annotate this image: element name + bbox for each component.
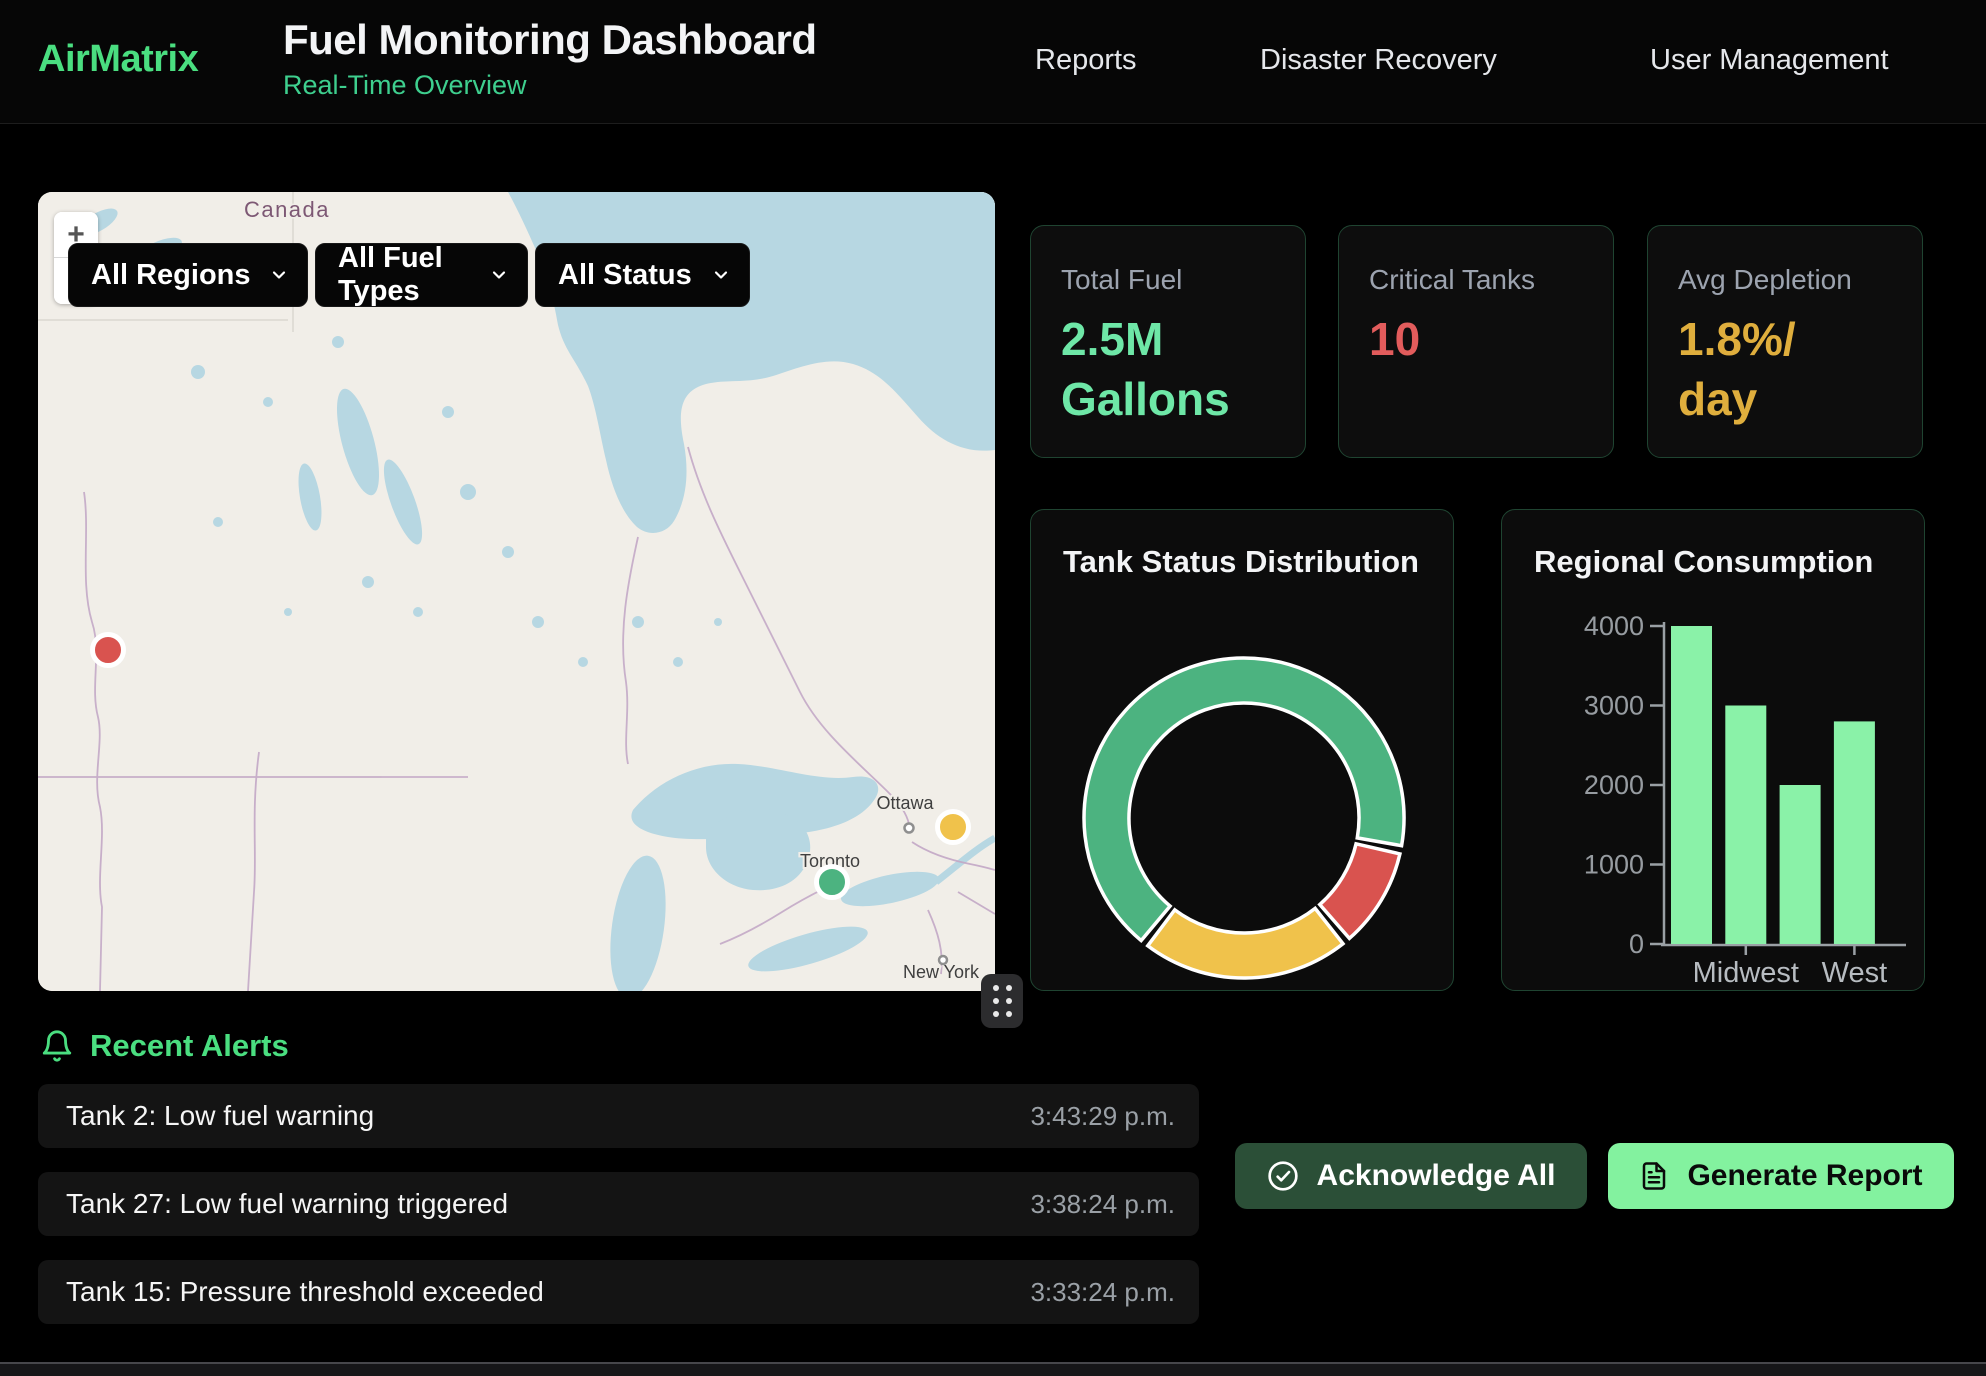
chevron-down-icon	[711, 265, 731, 285]
title-block: Fuel Monitoring Dashboard Real-Time Over…	[283, 16, 816, 101]
fuel-monitoring-dashboard: AirMatrix Fuel Monitoring Dashboard Real…	[0, 0, 1986, 1376]
map-city-dot-ottawa	[905, 824, 914, 833]
page-subtitle: Real-Time Overview	[283, 70, 816, 101]
acknowledge-all-label: Acknowledge All	[1317, 1159, 1556, 1193]
alert-row[interactable]: Tank 15: Pressure threshold exceeded 3:3…	[38, 1260, 1199, 1324]
map-label-ottawa: Ottawa	[876, 793, 934, 813]
filter-fuel-types-select[interactable]: All Fuel Types	[315, 243, 528, 307]
alert-row[interactable]: Tank 27: Low fuel warning triggered 3:38…	[38, 1172, 1199, 1236]
filter-status-label: All Status	[558, 259, 692, 292]
chevron-down-icon	[489, 265, 509, 285]
filter-status-select[interactable]: All Status	[535, 243, 750, 307]
map-label-country: Canada	[244, 197, 330, 222]
generate-report-button[interactable]: Generate Report	[1608, 1143, 1954, 1209]
alert-timestamp: 3:43:29 p.m.	[1030, 1101, 1175, 1132]
regional-consumption-bar-chart: 0 1000 2000 3000 4000 Midwest West	[1502, 510, 1926, 992]
stat-label: Total Fuel	[1061, 264, 1275, 296]
alert-timestamp: 3:38:24 p.m.	[1030, 1189, 1175, 1220]
chevron-down-icon	[269, 265, 289, 285]
stat-value: 10	[1369, 310, 1583, 370]
svg-text:0: 0	[1629, 929, 1644, 959]
tank-status-distribution-card: Tank Status Distribution	[1030, 509, 1454, 991]
check-circle-icon	[1267, 1160, 1299, 1192]
svg-text:1000: 1000	[1584, 850, 1644, 880]
donut-segment-critical	[1320, 844, 1400, 939]
nav-disaster-recovery[interactable]: Disaster Recovery	[1260, 44, 1497, 77]
page-bottom-bar	[0, 1362, 1986, 1376]
map-marker-normal[interactable]	[817, 867, 848, 898]
map[interactable]: Canada Ottawa Toronto New York + − All R…	[38, 192, 995, 991]
filter-regions-select[interactable]: All Regions	[68, 243, 308, 307]
nav-reports[interactable]: Reports	[1035, 44, 1137, 77]
map-city-dot-new-york	[939, 956, 947, 964]
stat-label: Avg Depletion	[1678, 264, 1892, 296]
stat-card-total-fuel: Total Fuel 2.5MGallons	[1030, 225, 1306, 458]
alert-message: Tank 15: Pressure threshold exceeded	[66, 1276, 544, 1308]
svg-text:3000: 3000	[1584, 691, 1644, 721]
recent-alerts-title: Recent Alerts	[90, 1028, 289, 1064]
map-marker-warning[interactable]	[938, 812, 969, 843]
map-resize-handle[interactable]	[981, 974, 1023, 1028]
alert-row[interactable]: Tank 2: Low fuel warning 3:43:29 p.m.	[38, 1084, 1199, 1148]
generate-report-label: Generate Report	[1687, 1159, 1922, 1193]
nav-user-management[interactable]: User Management	[1650, 44, 1889, 77]
header: AirMatrix Fuel Monitoring Dashboard Real…	[0, 0, 1986, 124]
stat-card-avg-depletion: Avg Depletion 1.8%/day	[1647, 225, 1923, 458]
stat-value: 1.8%/day	[1678, 310, 1892, 430]
donut-segment-warning	[1148, 908, 1343, 978]
svg-text:Midwest: Midwest	[1693, 957, 1799, 989]
report-document-icon	[1639, 1161, 1669, 1191]
filter-regions-label: All Regions	[91, 259, 251, 292]
app-logo: AirMatrix	[38, 38, 198, 81]
svg-text:2000: 2000	[1584, 770, 1644, 800]
recent-alerts-heading: Recent Alerts	[40, 1028, 289, 1064]
bar-region-3	[1834, 721, 1875, 944]
map-filters: All Regions All Fuel Types All Status	[68, 243, 750, 307]
alert-timestamp: 3:33:24 p.m.	[1030, 1277, 1175, 1308]
tank-status-donut-chart	[1031, 510, 1455, 992]
alert-message: Tank 2: Low fuel warning	[66, 1100, 374, 1132]
filter-fuel-types-label: All Fuel Types	[338, 242, 475, 308]
stat-value: 2.5MGallons	[1061, 310, 1275, 430]
regional-consumption-card: Regional Consumption 01000200030004000Mi…	[1501, 509, 1925, 991]
svg-text:West: West	[1822, 957, 1888, 989]
page-title: Fuel Monitoring Dashboard	[283, 16, 816, 64]
bar-region-2	[1780, 785, 1821, 944]
stat-card-critical-tanks: Critical Tanks 10	[1338, 225, 1614, 458]
bar-region-0	[1671, 626, 1712, 944]
stat-label: Critical Tanks	[1369, 264, 1583, 296]
map-canvas: Canada Ottawa Toronto New York	[38, 192, 995, 991]
bar-region-1	[1725, 706, 1766, 945]
bell-icon	[40, 1029, 74, 1063]
map-marker-critical[interactable]	[93, 635, 124, 666]
acknowledge-all-button[interactable]: Acknowledge All	[1235, 1143, 1587, 1209]
alert-message: Tank 27: Low fuel warning triggered	[66, 1188, 508, 1220]
svg-text:4000: 4000	[1584, 611, 1644, 641]
